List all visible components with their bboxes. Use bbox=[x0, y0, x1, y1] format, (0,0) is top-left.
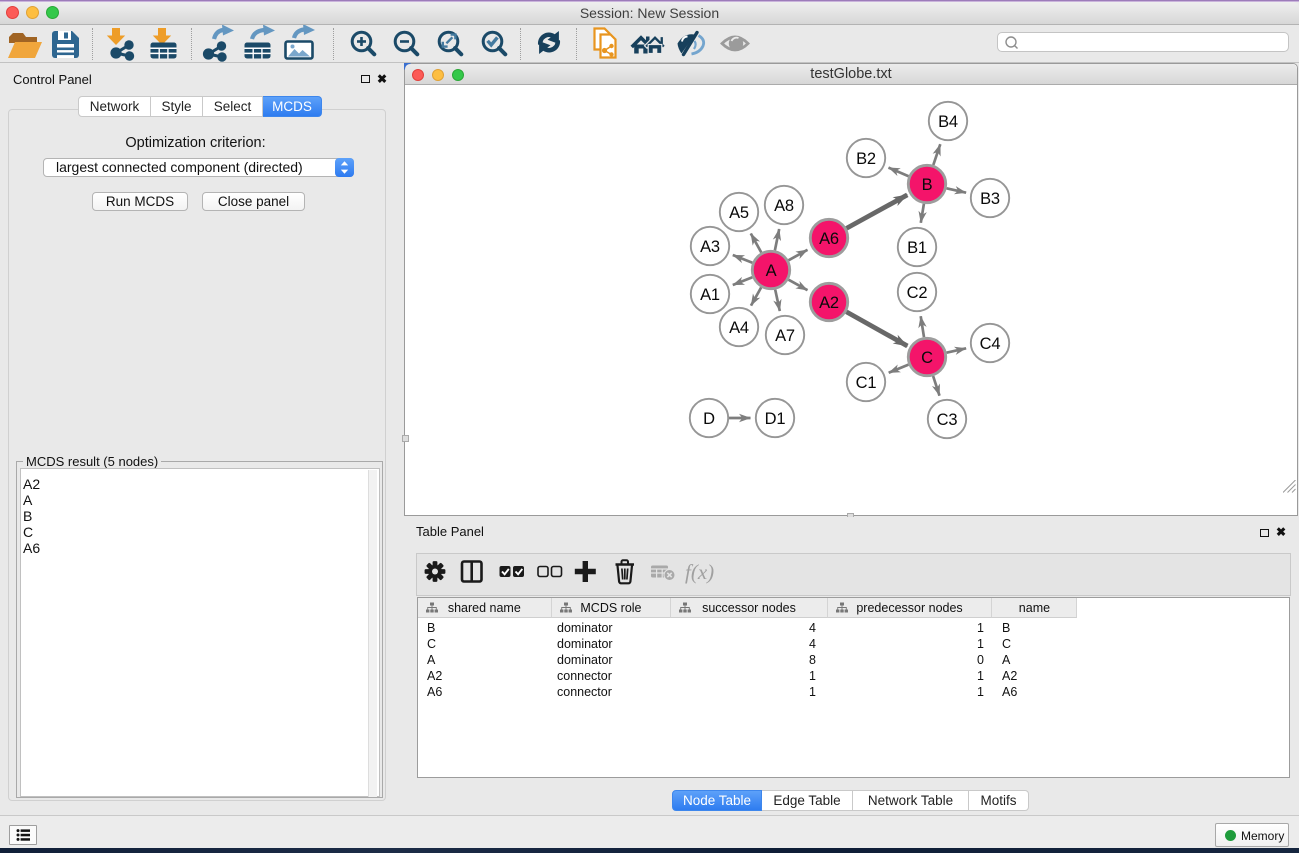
svg-text:A1: A1 bbox=[700, 286, 720, 304]
svg-text:f(x): f(x) bbox=[685, 560, 714, 584]
svg-text:B2: B2 bbox=[856, 150, 876, 168]
svg-text:B3: B3 bbox=[980, 190, 1000, 208]
svg-text:D: D bbox=[703, 410, 715, 428]
svg-text:B1: B1 bbox=[907, 239, 927, 257]
svg-text:B4: B4 bbox=[938, 113, 958, 131]
svg-text:C4: C4 bbox=[980, 335, 1001, 353]
svg-text:C1: C1 bbox=[856, 374, 877, 392]
svg-text:A4: A4 bbox=[729, 319, 749, 337]
svg-text:B: B bbox=[922, 176, 933, 194]
svg-text:A7: A7 bbox=[775, 327, 795, 345]
svg-text:A2: A2 bbox=[819, 294, 839, 312]
svg-text:A: A bbox=[766, 262, 777, 280]
svg-text:A3: A3 bbox=[700, 238, 720, 256]
svg-text:C2: C2 bbox=[907, 284, 928, 302]
svg-text:A5: A5 bbox=[729, 204, 749, 222]
svg-text:A8: A8 bbox=[774, 197, 794, 215]
svg-text:A6: A6 bbox=[819, 230, 839, 248]
svg-text:C3: C3 bbox=[937, 411, 958, 429]
svg-text:C: C bbox=[921, 349, 933, 367]
svg-text:D1: D1 bbox=[765, 410, 786, 428]
